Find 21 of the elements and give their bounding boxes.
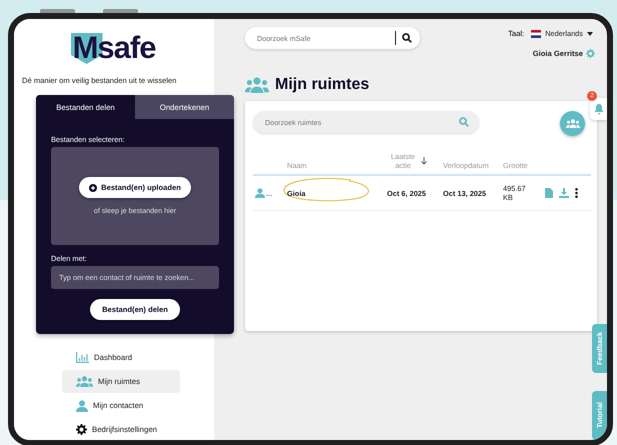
people-icon — [566, 118, 580, 128]
settings-icon — [76, 424, 87, 435]
page-title: Mijn ruimtes — [275, 76, 370, 94]
download-icon[interactable] — [559, 188, 569, 198]
search-icon — [459, 117, 469, 127]
people-icon — [245, 76, 269, 94]
notification-bell[interactable] — [590, 98, 607, 120]
flag-icon — [531, 30, 542, 38]
sort-arrow-icon — [421, 157, 427, 165]
people-icon — [76, 376, 93, 388]
caret-icon — [587, 32, 593, 36]
settings-icon — [586, 49, 595, 58]
bell-icon — [594, 104, 604, 114]
search-icon — [402, 33, 412, 43]
person-icon — [76, 400, 88, 412]
person-icon — [255, 188, 265, 198]
add-room-button[interactable] — [560, 111, 585, 136]
file-icon[interactable] — [545, 188, 553, 198]
bar-chart-icon — [76, 352, 89, 363]
more-options-icon[interactable] — [575, 188, 578, 198]
plus-circle-icon — [89, 184, 98, 192]
